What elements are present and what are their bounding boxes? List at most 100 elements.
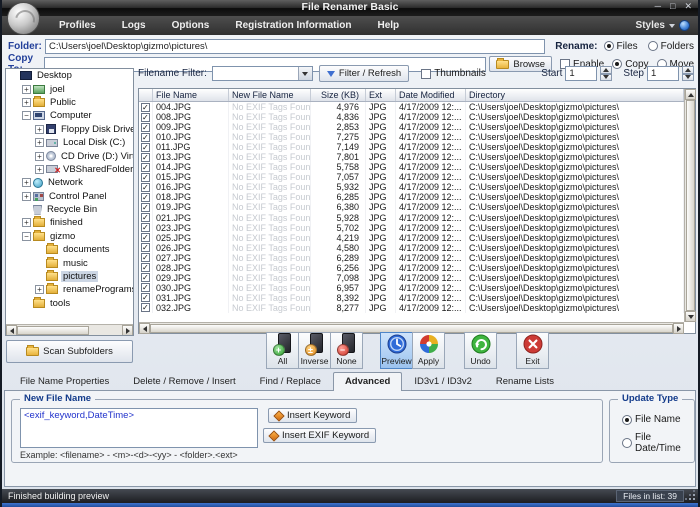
scroll-down-button[interactable] <box>685 311 696 322</box>
column-header-directory[interactable]: Directory <box>466 89 684 101</box>
maximize-button[interactable]: □ <box>670 1 675 12</box>
table-row[interactable]: 014.JPGNo EXIF Tags Found5,758JPG4/17/20… <box>139 162 684 172</box>
row-checkbox[interactable] <box>141 253 150 262</box>
start-spinner[interactable] <box>600 66 612 81</box>
filename-filter-input[interactable] <box>213 67 298 80</box>
update-file-name-radio[interactable] <box>622 415 632 425</box>
tree-item-documents[interactable]: documents <box>6 243 133 256</box>
table-row[interactable]: 004.JPGNo EXIF Tags Found4,976JPG4/17/20… <box>139 102 684 112</box>
column-header-new-file-name[interactable]: New File Name <box>229 89 311 101</box>
table-row[interactable]: 009.JPGNo EXIF Tags Found2,853JPG4/17/20… <box>139 122 684 132</box>
tree-expander-icon[interactable]: + <box>22 85 31 94</box>
tree-item-computer[interactable]: −Computer <box>6 109 133 122</box>
new-file-name-pattern-input[interactable]: <exif_keyword,DateTime> <box>20 408 258 448</box>
tree-expander-icon[interactable]: + <box>35 285 44 294</box>
tree-item-cd-drive-d-virtualbox-guest[interactable]: +CD Drive (D:) VirtualBox Guest <box>6 149 133 162</box>
row-checkbox[interactable] <box>141 173 150 182</box>
none-button[interactable]: None <box>330 332 363 369</box>
undo-button[interactable]: Undo <box>464 332 497 369</box>
row-checkbox[interactable] <box>141 113 150 122</box>
step-spinner[interactable] <box>682 66 694 81</box>
column-header-file-name[interactable]: File Name <box>153 89 229 101</box>
insert-keyword-button[interactable]: Insert Keyword <box>268 408 357 423</box>
tab-file-name-properties[interactable]: File Name Properties <box>8 372 121 390</box>
row-checkbox[interactable] <box>141 103 150 112</box>
rename-files-radio[interactable] <box>604 41 614 51</box>
table-row[interactable]: 018.JPGNo EXIF Tags Found6,285JPG4/17/20… <box>139 192 684 202</box>
table-row[interactable]: 028.JPGNo EXIF Tags Found6,256JPG4/17/20… <box>139 263 684 273</box>
table-row[interactable]: 027.JPGNo EXIF Tags Found6,289JPG4/17/20… <box>139 253 684 263</box>
tree-item-tools[interactable]: tools <box>6 297 133 310</box>
tree-item-desktop[interactable]: Desktop <box>6 69 133 82</box>
table-row[interactable]: 032.JPGNo EXIF Tags Found8,277JPG4/17/20… <box>139 303 684 313</box>
step-input[interactable] <box>647 66 679 81</box>
tree-item-joel[interactable]: +joel <box>6 82 133 95</box>
start-input[interactable] <box>565 66 597 81</box>
all-button[interactable]: All <box>266 332 299 369</box>
table-row[interactable]: 021.JPGNo EXIF Tags Found5,928JPG4/17/20… <box>139 213 684 223</box>
tree-item-pictures[interactable]: pictures <box>6 270 133 283</box>
tab-advanced[interactable]: Advanced <box>333 372 402 391</box>
menu-item-options[interactable]: Options <box>159 16 223 35</box>
tree-item-local-disk-c[interactable]: +Local Disk (C:) <box>6 136 133 149</box>
table-row[interactable]: 016.JPGNo EXIF Tags Found5,932JPG4/17/20… <box>139 182 684 192</box>
scroll-left-button[interactable] <box>139 323 150 334</box>
row-checkbox[interactable] <box>141 183 150 192</box>
tab-rename-lists[interactable]: Rename Lists <box>484 372 566 390</box>
tree-expander-icon[interactable]: + <box>22 218 31 227</box>
resize-grip[interactable] <box>686 491 696 501</box>
tree-expander-icon[interactable]: + <box>35 165 44 174</box>
table-row[interactable]: 019.JPGNo EXIF Tags Found6,380JPG4/17/20… <box>139 202 684 212</box>
tree-expander-icon[interactable]: + <box>35 152 44 161</box>
row-checkbox[interactable] <box>141 293 150 302</box>
insert-exif-keyword-button[interactable]: Insert EXIF Keyword <box>263 428 376 443</box>
table-row[interactable]: 030.JPGNo EXIF Tags Found6,957JPG4/17/20… <box>139 283 684 293</box>
tree-item-public[interactable]: +Public <box>6 96 133 109</box>
table-row[interactable]: 008.JPGNo EXIF Tags Found4,836JPG4/17/20… <box>139 112 684 122</box>
row-checkbox[interactable] <box>141 123 150 132</box>
apply-button[interactable]: Apply <box>412 332 445 369</box>
tree-horizontal-scrollbar[interactable] <box>6 324 133 335</box>
tree-item-vbsharedfolder-vboxsvr-z[interactable]: +VBSharedFolder (\\vboxsvr) (Z <box>6 163 133 176</box>
table-vertical-scrollbar[interactable] <box>684 89 695 322</box>
table-row[interactable]: 011.JPGNo EXIF Tags Found7,149JPG4/17/20… <box>139 142 684 152</box>
row-checkbox[interactable] <box>141 223 150 232</box>
preview-button[interactable]: Preview <box>380 332 413 369</box>
tree-item-finished[interactable]: +finished <box>6 216 133 229</box>
tree-expander-icon[interactable]: + <box>22 192 31 201</box>
tree-expander-icon[interactable]: − <box>22 232 31 241</box>
close-button[interactable]: ✕ <box>684 1 692 12</box>
row-checkbox[interactable] <box>141 303 150 312</box>
row-checkbox[interactable] <box>141 143 150 152</box>
tree-item-network[interactable]: +Network <box>6 176 133 189</box>
tree-item-floppy-disk-drive-a[interactable]: +Floppy Disk Drive (A:) <box>6 123 133 136</box>
thumbnails-checkbox[interactable] <box>421 69 431 79</box>
menu-item-profiles[interactable]: Profiles <box>46 16 109 35</box>
update-file-datetime-radio[interactable] <box>622 438 632 448</box>
table-row[interactable]: 031.JPGNo EXIF Tags Found8,392JPG4/17/20… <box>139 293 684 303</box>
table-row[interactable]: 015.JPGNo EXIF Tags Found7,057JPG4/17/20… <box>139 172 684 182</box>
row-checkbox[interactable] <box>141 273 150 282</box>
scroll-right-button[interactable] <box>122 325 133 336</box>
row-checkbox[interactable] <box>141 263 150 272</box>
scrollbar-thumb[interactable] <box>17 326 89 335</box>
filter-refresh-button[interactable]: Filter / Refresh <box>319 65 409 82</box>
menu-item-registration-information[interactable]: Registration Information <box>222 16 364 35</box>
exit-button[interactable]: Exit <box>516 332 549 369</box>
tree-item-recycle-bin[interactable]: Recycle Bin <box>6 203 133 216</box>
scroll-right-button[interactable] <box>673 323 684 334</box>
column-header-checkbox[interactable] <box>139 89 153 101</box>
scan-subfolders-button[interactable]: Scan Subfolders <box>6 340 133 363</box>
table-row[interactable]: 010.JPGNo EXIF Tags Found7,275JPG4/17/20… <box>139 132 684 142</box>
scroll-up-button[interactable] <box>685 89 696 100</box>
table-row[interactable]: 025.JPGNo EXIF Tags Found4,219JPG4/17/20… <box>139 233 684 243</box>
column-header-date-modified[interactable]: Date Modified <box>396 89 466 101</box>
tree-expander-icon[interactable]: − <box>22 111 31 120</box>
column-header-ext[interactable]: Ext <box>366 89 396 101</box>
scrollbar-thumb[interactable] <box>686 100 695 311</box>
table-row[interactable]: 029.JPGNo EXIF Tags Found7,098JPG4/17/20… <box>139 273 684 283</box>
combo-dropdown-button[interactable] <box>298 67 312 80</box>
menu-item-logs[interactable]: Logs <box>109 16 159 35</box>
folder-input[interactable] <box>45 39 545 54</box>
rename-folders-radio[interactable] <box>648 41 658 51</box>
